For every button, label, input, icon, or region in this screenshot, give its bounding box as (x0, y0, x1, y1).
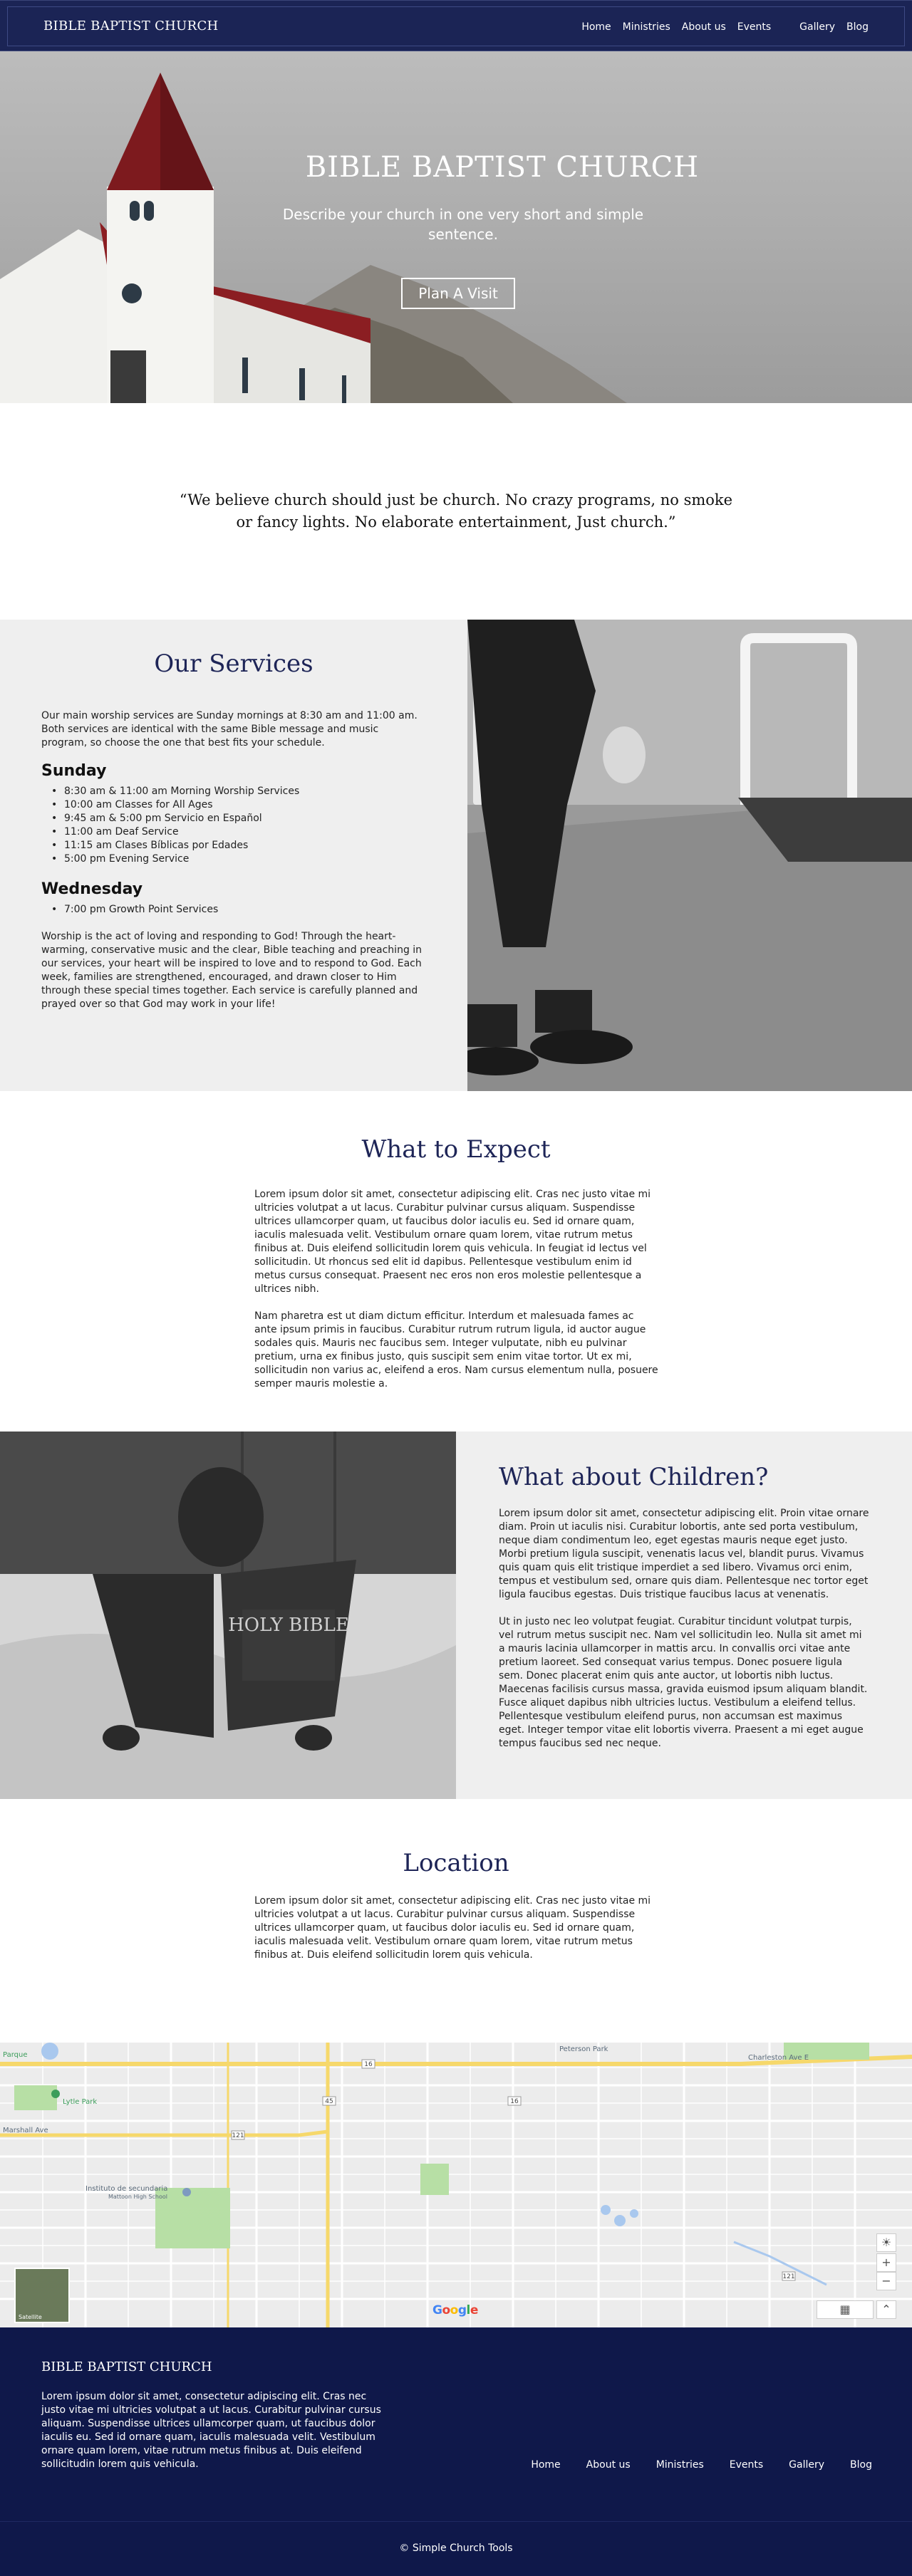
park-pin-icon (51, 2090, 60, 2098)
map-label-school: Instituto de secundaria (86, 2185, 168, 2193)
expect-title: What to Expect (361, 1135, 551, 1164)
map-zoom-in-button[interactable]: + (876, 2253, 896, 2272)
satellite-toggle-label: Satellite (19, 2314, 42, 2320)
expect-body: Lorem ipsum dolor sit amet, consectetur … (254, 1188, 659, 1404)
google-logo: Google (432, 2303, 478, 2317)
sunday-list: 8:30 am & 11:00 am Morning Worship Servi… (41, 785, 299, 866)
nav-link-home[interactable]: Home (581, 21, 611, 33)
map-label-lytle-park: Lytle Park (63, 2098, 98, 2106)
expect-paragraph-2: Nam pharetra est ut diam dictum efficitu… (254, 1310, 658, 1389)
route-badge: 16 (364, 2061, 373, 2068)
child-reading-bible-photo: HOLY BIBLE (0, 1432, 456, 1799)
site-brand[interactable]: BIBLE BAPTIST CHURCH (43, 19, 219, 33)
sunday-heading: Sunday (41, 762, 107, 780)
footer-links: Home About us Ministries Events Gallery … (505, 2459, 872, 2471)
book-title-text: HOLY BIBLE (228, 1615, 349, 1636)
nav-link-about-us[interactable]: About us (682, 21, 726, 33)
hero-title: BIBLE BAPTIST CHURCH (305, 151, 700, 184)
footer: BIBLE BAPTIST CHURCH Lorem ipsum dolor s… (0, 2327, 912, 2521)
mission-quote: “We believe church should just be church… (179, 491, 733, 531)
footer-link-events[interactable]: Events (730, 2459, 763, 2471)
copyright-text: © Simple Church Tools (399, 2543, 513, 2554)
footer-text: Lorem ipsum dolor sit amet, consectetur … (41, 2391, 381, 2470)
copyright-bar: © Simple Church Tools (0, 2521, 912, 2576)
nav-link-gallery[interactable]: Gallery (799, 21, 835, 33)
services-section: Our Services Our main worship services a… (0, 620, 912, 1091)
route-badge: 121 (232, 2132, 244, 2139)
services-title: Our Services (154, 650, 314, 678)
location-title: Location (403, 1849, 509, 1877)
children-title: What about Children? (499, 1463, 769, 1491)
children-body: Lorem ipsum dolor sit amet, consectetur … (499, 1507, 869, 1764)
footer-link-home[interactable]: Home (531, 2459, 560, 2471)
services-intro: Our main worship services are Sunday mor… (41, 710, 418, 749)
nav-frame: BIBLE BAPTIST CHURCH Home Ministries Abo… (7, 6, 905, 46)
location-body: Lorem ipsum dolor sit amet, consectetur … (254, 1895, 651, 1961)
children-paragraph-2: Ut in justo nec leo volutpat feugiat. Cu… (499, 1616, 868, 1749)
route-badge: 121 (782, 2273, 794, 2280)
list-item: 11:15 am Clases Bíblicas por Edades (41, 839, 299, 852)
map-location-button[interactable]: ☀ (876, 2233, 896, 2252)
map-layers-icon[interactable]: ▦ (817, 2300, 874, 2319)
route-badge: 16 (510, 2098, 519, 2105)
location-map[interactable]: 16 45 16 121 121 Peterson Park Parque Ly… (0, 2043, 912, 2327)
map-expand-icon[interactable]: ⌃ (876, 2300, 896, 2319)
footer-link-blog[interactable]: Blog (850, 2459, 872, 2471)
list-item: 10:00 am Classes for All Ages (41, 798, 299, 812)
plan-a-visit-button[interactable]: Plan A Visit (401, 278, 515, 309)
map-label-school-sub: Mattoon High School (108, 2194, 167, 2200)
list-item: 9:45 am & 5:00 pm Servicio en Español (41, 812, 299, 825)
top-navigation-bar: BIBLE BAPTIST CHURCH Home Ministries Abo… (0, 0, 912, 51)
seated-man-photo (467, 620, 912, 1091)
list-item: 7:00 pm Growth Point Services (41, 903, 218, 917)
footer-divider (0, 2521, 912, 2522)
footer-link-ministries[interactable]: Ministries (656, 2459, 704, 2471)
footer-link-about-us[interactable]: About us (586, 2459, 631, 2471)
list-item: 8:30 am & 11:00 am Morning Worship Servi… (41, 785, 299, 798)
nav-link-ministries[interactable]: Ministries (623, 21, 670, 33)
children-section: HOLY BIBLE What about Children? Lorem ip… (0, 1432, 912, 1799)
wednesday-heading: Wednesday (41, 880, 143, 898)
children-paragraph-1: Lorem ipsum dolor sit amet, consectetur … (499, 1508, 869, 1600)
hero-subtitle: Describe your church in one very short a… (282, 206, 644, 243)
school-pin-icon (182, 2188, 191, 2196)
map-label-marshall-ave: Marshall Ave (3, 2127, 48, 2134)
nav-link-blog[interactable]: Blog (846, 21, 869, 33)
footer-brand[interactable]: BIBLE BAPTIST CHURCH (41, 2359, 212, 2374)
map-label-parque: Parque (3, 2051, 28, 2059)
nav-links: Home Ministries About us Events Gallery … (570, 21, 869, 33)
hero-section: BIBLE BAPTIST CHURCH Describe your churc… (0, 51, 912, 403)
route-badge: 45 (325, 2098, 333, 2105)
wednesday-list: 7:00 pm Growth Point Services (41, 903, 218, 917)
footer-link-gallery[interactable]: Gallery (789, 2459, 824, 2471)
map-label-peterson-park: Peterson Park (559, 2045, 608, 2053)
services-outro: Worship is the act of loving and respond… (41, 931, 423, 1010)
expect-paragraph-1: Lorem ipsum dolor sit amet, consectetur … (254, 1189, 651, 1295)
map-zoom-out-button[interactable]: − (876, 2272, 896, 2290)
list-item: 11:00 am Deaf Service (41, 825, 299, 839)
map-label-charleston-ave: Charleston Ave E (748, 2054, 809, 2062)
satellite-toggle-thumbnail[interactable]: Satellite (14, 2268, 70, 2323)
nav-link-events[interactable]: Events (737, 21, 771, 33)
list-item: 5:00 pm Evening Service (41, 852, 299, 866)
